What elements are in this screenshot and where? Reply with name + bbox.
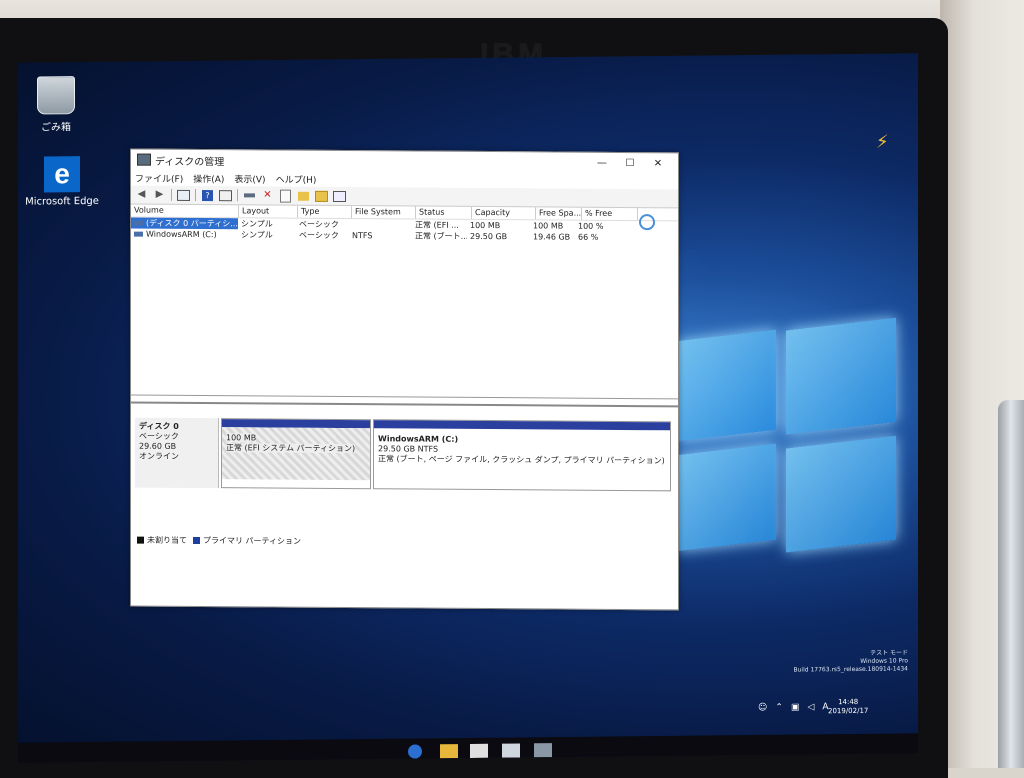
column-capacity[interactable]: Capacity xyxy=(472,206,536,220)
menu-help[interactable]: ヘルプ(H) xyxy=(276,172,317,185)
column-layout[interactable]: Layout xyxy=(239,205,298,218)
legend-swatch-primary xyxy=(193,536,200,545)
partition-status: 正常 (ブート, ページ ファイル, クラッシュ ダンプ, プライマリ パーティ… xyxy=(378,454,665,466)
check-icon[interactable] xyxy=(279,189,292,203)
desktop-icon-recycle-bin[interactable]: ごみ箱 xyxy=(18,76,96,134)
cell-status: 正常 (ブート... xyxy=(415,231,467,241)
partition-efi[interactable]: 100 MB 正常 (EFI システム パーティション) xyxy=(221,418,371,490)
desktop-screen: ごみ箱 e Microsoft Edge ⚡ ディスクの管理 — ☐ ✕ ファイ… xyxy=(18,53,918,763)
cell-file-system: NTFS xyxy=(352,231,373,241)
legend: 未割り当て プライマリ パーティション xyxy=(137,535,301,547)
menu-file[interactable]: ファイル(F) xyxy=(135,171,183,184)
mail-icon[interactable] xyxy=(502,743,520,758)
column-type[interactable]: Type xyxy=(298,205,352,219)
recycle-bin-icon xyxy=(37,76,75,115)
store-icon[interactable] xyxy=(470,743,488,758)
desktop-icon-label: Microsoft Edge xyxy=(25,195,99,208)
legend-swatch-unallocated xyxy=(137,536,144,544)
console-tree-icon[interactable] xyxy=(177,189,190,201)
file-explorer-icon[interactable] xyxy=(440,744,458,759)
partition-size: 100 MB xyxy=(226,433,257,443)
edge-taskbar-icon[interactable] xyxy=(408,744,422,759)
forward-icon[interactable]: ▶ xyxy=(153,189,166,201)
system-tray: ☺ ⌃ ▣ ◁ A xyxy=(758,702,837,713)
disk-size: 29.60 GB xyxy=(139,441,177,451)
help-icon[interactable]: ? xyxy=(201,189,214,201)
maximize-button[interactable]: ☐ xyxy=(616,157,644,168)
open-folder-icon[interactable] xyxy=(297,190,310,202)
disk-graphical-view[interactable]: ディスク 0 ベーシック 29.60 GB オンライン 100 MB 正常 (E… xyxy=(131,401,678,558)
cell-volume: WindowsARM (C:) xyxy=(131,229,238,241)
cell-volume: (ディスク 0 パーティシ... xyxy=(131,217,238,230)
cell-layout: シンプル xyxy=(241,230,273,240)
rescan-icon[interactable] xyxy=(333,190,346,202)
volume-icon xyxy=(134,231,143,237)
delete-icon[interactable]: ✕ xyxy=(261,189,274,201)
edge-icon: e xyxy=(44,156,80,193)
explore-icon[interactable] xyxy=(315,190,328,202)
cell-type: ベーシック xyxy=(299,230,339,240)
disk-0-info[interactable]: ディスク 0 ベーシック 29.60 GB オンライン xyxy=(135,417,219,489)
disk-management-taskbar-icon[interactable] xyxy=(534,743,552,758)
partition-windowsarm[interactable]: WindowsARM (C:) 29.50 GB NTFS 正常 (ブート, ペ… xyxy=(373,419,671,492)
column-status[interactable]: Status xyxy=(416,206,472,219)
close-button[interactable]: ✕ xyxy=(644,158,672,169)
back-icon[interactable]: ◀ xyxy=(135,189,148,201)
cell-capacity: 29.50 GB xyxy=(470,231,508,242)
monitor-bezel: IBM ごみ箱 e Microsoft Edge ⚡ ディスクの管理 — ☐ ✕ xyxy=(0,18,948,778)
desktop-icon-edge[interactable]: e Microsoft Edge xyxy=(22,156,102,208)
legend-primary: プライマリ パーティション xyxy=(203,536,302,546)
test-mode-lightning-icon: ⚡ xyxy=(876,131,889,153)
cell-status: 正常 (EFI ... xyxy=(415,220,459,230)
clock[interactable]: 14:48 2019/02/17 xyxy=(828,698,868,716)
clock-date: 2019/02/17 xyxy=(828,706,869,716)
column-volume[interactable]: Volume xyxy=(131,204,239,218)
volume-icon xyxy=(134,220,143,226)
busy-cursor-icon xyxy=(639,214,655,231)
cell-layout: シンプル xyxy=(241,219,273,229)
column-file-system[interactable]: File System xyxy=(352,206,416,219)
cell-type: ベーシック xyxy=(299,219,339,229)
cell-percent-free: 100 % xyxy=(578,221,604,231)
clock-time: 14:48 xyxy=(838,697,859,707)
minimize-button[interactable]: — xyxy=(588,157,616,168)
disk-management-window[interactable]: ディスクの管理 — ☐ ✕ ファイル(F) 操作(A) 表示(V) ヘルプ(H)… xyxy=(130,148,679,611)
windows-logo-wallpaper xyxy=(678,317,908,565)
disk-icon[interactable] xyxy=(243,189,256,201)
disk-state: オンライン xyxy=(139,451,179,461)
cell-free-space: 100 MB xyxy=(533,221,564,231)
cable xyxy=(998,400,1024,768)
window-title: ディスクの管理 xyxy=(155,156,225,168)
disk-name: ディスク 0 xyxy=(139,421,179,431)
column-percent-free[interactable]: % Free xyxy=(582,207,638,221)
cell-free-space: 19.46 GB xyxy=(533,232,571,242)
watermark-line: Build 17763.rs5_release.180914-1434 xyxy=(793,665,909,674)
cell-capacity: 100 MB xyxy=(470,220,501,231)
test-mode-watermark: テスト モード Windows 10 Pro Build 17763.rs5_r… xyxy=(778,649,909,674)
legend-unallocated: 未割り当て xyxy=(147,535,187,545)
menu-action[interactable]: 操作(A) xyxy=(193,171,224,184)
menu-view[interactable]: 表示(V) xyxy=(234,172,265,185)
column-free-space[interactable]: Free Spa... xyxy=(536,207,582,220)
taskbar xyxy=(18,733,918,763)
desktop-icon-label: ごみ箱 xyxy=(41,122,71,134)
cell-file-system xyxy=(349,219,412,230)
partition-status: 正常 (EFI システム パーティション) xyxy=(226,443,356,454)
disk-kind: ベーシック xyxy=(139,431,179,441)
person-icon[interactable]: ☺ xyxy=(758,703,767,713)
network-icon[interactable]: ▣ xyxy=(791,703,800,713)
volume-icon[interactable]: ◁ xyxy=(807,702,814,712)
chevron-up-icon[interactable]: ⌃ xyxy=(775,703,783,713)
volume-list[interactable]: Volume Layout Type File System Status Ca… xyxy=(131,204,678,400)
properties-icon[interactable] xyxy=(219,189,232,201)
disk-management-app-icon xyxy=(137,153,151,166)
cell-percent-free: 66 % xyxy=(578,232,599,242)
